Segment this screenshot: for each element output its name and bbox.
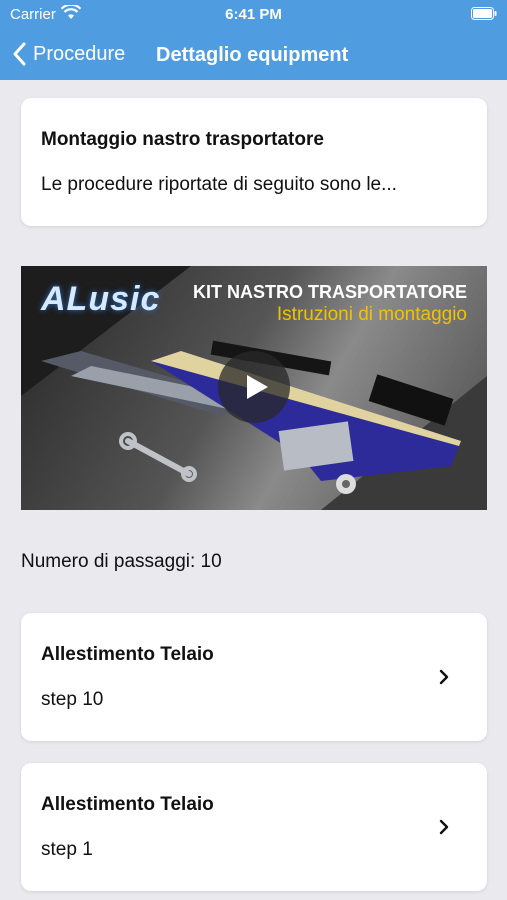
brand-logo: ALusic xyxy=(41,280,161,318)
step-title: Allestimento Telaio xyxy=(41,794,214,815)
step-count: Numero di passaggi: 10 xyxy=(21,551,222,572)
step-number: step 1 xyxy=(41,839,93,860)
procedure-title: Montaggio nastro trasportatore xyxy=(41,129,324,150)
video-title: KIT NASTRO TRASPORTATORE xyxy=(193,282,467,302)
procedure-description: Le procedure riportate di seguito sono l… xyxy=(41,174,397,195)
video-player[interactable]: ALusic KIT NASTRO TRASPORTATORE Istruzio… xyxy=(21,266,487,510)
navigation-bar: Procedure Dettaglio equipment xyxy=(0,32,507,76)
procedure-summary-card: Montaggio nastro trasportatore Le proced… xyxy=(21,98,487,226)
back-label: Procedure xyxy=(33,42,126,65)
chevron-right-icon xyxy=(439,819,449,835)
video-subtitle: Istruzioni di montaggio xyxy=(276,304,467,325)
step-title: Allestimento Telaio xyxy=(41,644,214,665)
chevron-left-icon xyxy=(13,42,26,66)
header-bar: Carrier 6:41 PM Procedure Dettaglio equi… xyxy=(0,0,507,80)
status-bar: Carrier 6:41 PM xyxy=(0,0,507,28)
step-card[interactable]: Allestimento Telaio step 10 xyxy=(21,613,487,741)
step-number: step 10 xyxy=(41,689,104,710)
play-icon xyxy=(247,375,268,399)
step-card[interactable]: Allestimento Telaio step 1 xyxy=(21,763,487,891)
back-button[interactable]: Procedure xyxy=(12,38,125,70)
battery-icon xyxy=(471,7,497,20)
chevron-right-icon xyxy=(439,669,449,685)
play-button[interactable] xyxy=(218,351,290,423)
page-title: Dettaglio equipment xyxy=(156,44,349,66)
clock: 6:41 PM xyxy=(225,6,282,23)
